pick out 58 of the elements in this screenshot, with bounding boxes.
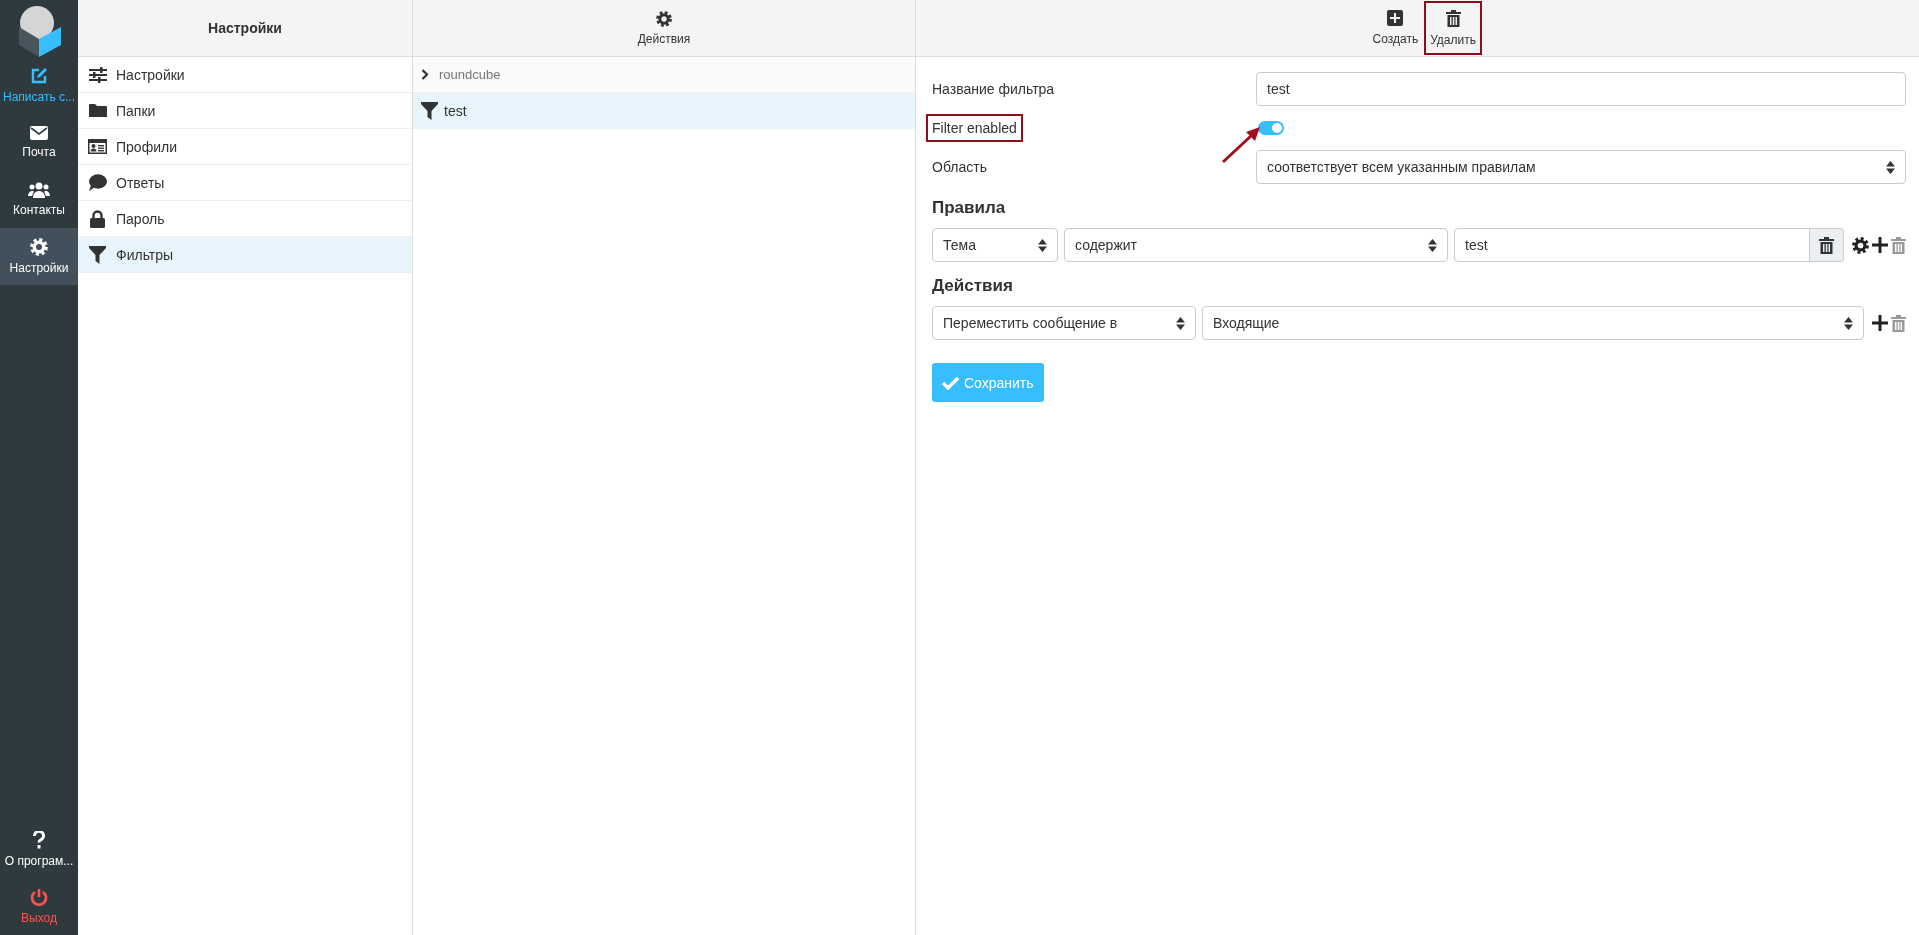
dropdown[interactable]: Входящие (1202, 306, 1864, 340)
speech-bubble-icon (88, 174, 107, 191)
nav-item[interactable]: Контакты (0, 171, 78, 228)
check-icon (942, 375, 959, 390)
settings-icon (656, 10, 672, 27)
nav-item[interactable]: О програм... (0, 821, 78, 878)
envelope-icon (30, 126, 48, 140)
sort-caret-icon (1176, 316, 1185, 330)
trash-icon (1445, 9, 1461, 27)
sort-caret-icon (1428, 238, 1437, 252)
sort-caret-icon (1886, 160, 1895, 174)
filter-set-item[interactable]: roundcube (413, 57, 915, 93)
sliders-icon (88, 66, 107, 83)
nav-item[interactable]: Написать с... (0, 57, 78, 114)
add-icon[interactable] (1872, 237, 1888, 253)
compose-icon (30, 67, 48, 85)
create-button[interactable]: Создать (1366, 1, 1425, 55)
filter-icon (421, 102, 438, 120)
filter-icon (89, 245, 106, 264)
dropdown[interactable]: Тема (932, 228, 1058, 262)
field-label: Область (931, 158, 988, 177)
dropdown[interactable]: Переместить сообщение в (932, 306, 1196, 340)
nav-item[interactable]: Почта (0, 114, 78, 171)
field-label: Название фильтра (931, 80, 1056, 99)
plus-icon (1387, 10, 1404, 26)
actions-button[interactable]: Действия (631, 6, 697, 50)
filter-item[interactable]: test (413, 93, 915, 129)
nav-item[interactable]: Настройки (0, 228, 78, 285)
panel-title: Настройки (208, 20, 282, 36)
power-icon (30, 888, 48, 906)
settings-item[interactable]: Фильтры (78, 237, 412, 273)
add-icon[interactable] (1872, 315, 1888, 331)
question-icon (33, 831, 45, 849)
delete-button[interactable]: Удалить (1424, 1, 1482, 55)
nav-item[interactable]: Выход (0, 878, 78, 935)
dropdown[interactable]: содержит (1064, 228, 1448, 262)
settings-item[interactable]: Ответы (78, 165, 412, 201)
people-icon (28, 182, 50, 198)
text-field[interactable]: test (1454, 228, 1811, 262)
section-heading: Правила (932, 198, 1007, 218)
settings-icon (1852, 236, 1869, 254)
id-card-icon (88, 139, 107, 154)
sort-caret-icon (1844, 316, 1853, 330)
settings-item[interactable]: Профили (78, 129, 412, 165)
sort-caret-icon (1038, 238, 1047, 252)
folder-icon (88, 103, 107, 118)
settings-item[interactable]: Папки (78, 93, 412, 129)
trash-icon (1819, 236, 1835, 254)
field-label: Filter enabled (926, 114, 1023, 142)
chevron-icon (421, 69, 429, 80)
lock-icon (90, 209, 105, 228)
dropdown[interactable]: соответствует всем указанным правилам (1256, 150, 1906, 184)
settings-item[interactable]: Настройки (78, 57, 412, 93)
settings-icon (30, 238, 48, 256)
delete-value-button[interactable] (1810, 228, 1844, 262)
text-field[interactable]: test (1256, 72, 1906, 106)
toggle-switch[interactable] (1258, 121, 1284, 135)
section-heading: Действия (932, 276, 1014, 296)
